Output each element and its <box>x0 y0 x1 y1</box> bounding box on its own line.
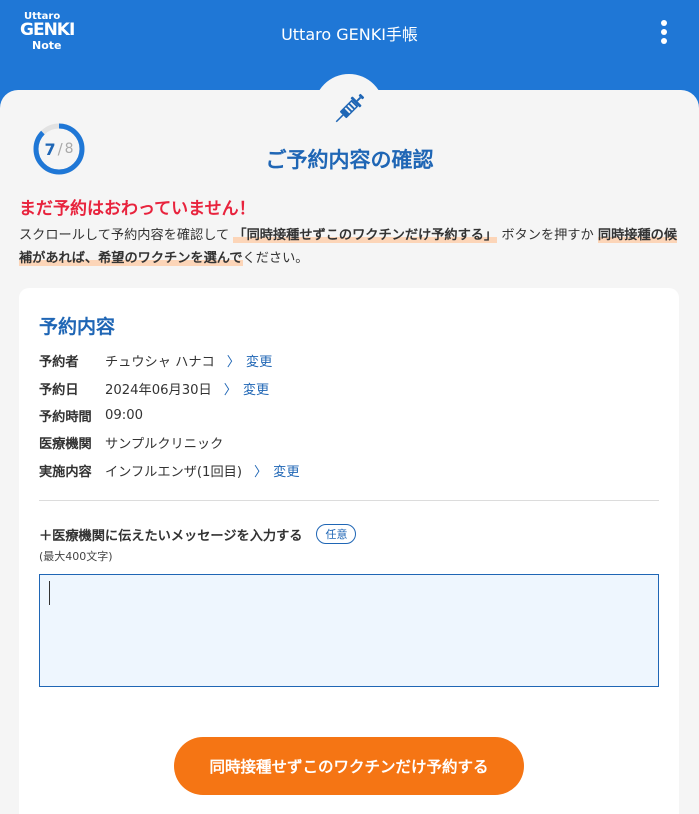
instructions-text: スクロールして予約内容を確認して 「同時接種せずこのワクチンだけ予約する」 ボタ… <box>19 224 681 270</box>
instructions-part3: ください。 <box>242 251 309 266</box>
syringe-icon <box>335 93 365 123</box>
change-reserver-link[interactable]: 〉変更 <box>227 351 273 370</box>
message-limit-note: (最大400文字) <box>39 550 113 563</box>
detail-value: チュウシャ ハナコ <box>105 354 215 370</box>
app-title: Uttaro GENKI手帳 <box>281 25 418 44</box>
change-date-link[interactable]: 〉変更 <box>224 379 270 398</box>
detail-label: 実施内容 <box>39 464 92 480</box>
reserve-single-vaccine-button[interactable]: 同時接種せずこのワクチンだけ予約する <box>174 737 524 795</box>
instructions-part1: スクロールして予約内容を確認して <box>19 228 230 243</box>
detail-row-date: 予約日 2024年06月30日 〉変更 <box>39 378 269 398</box>
divider <box>39 500 659 501</box>
detail-row-reserver: 予約者 チュウシャ ハナコ 〉変更 <box>39 350 272 370</box>
warning-message: まだ予約はおわっていません！ <box>19 199 256 219</box>
detail-row-clinic: 医療機関 サンプルクリニック <box>39 432 223 452</box>
detail-label: 予約者 <box>39 354 79 370</box>
change-label: 変更 <box>245 354 273 370</box>
optional-badge: 任意 <box>316 524 357 544</box>
change-vaccine-link[interactable]: 〉変更 <box>254 461 300 480</box>
change-label: 変更 <box>242 382 270 398</box>
detail-label: 医療機関 <box>39 436 92 452</box>
change-label: 変更 <box>273 464 300 480</box>
message-label: ＋医療機関に伝えたいメッセージを入力する <box>39 528 303 544</box>
detail-value: 09:00 <box>105 407 144 423</box>
instructions-part2: ボタンを押すか <box>501 228 594 243</box>
syringe-badge <box>314 74 384 144</box>
detail-row-time: 予約時間 09:00 <box>39 405 143 425</box>
detail-value: インフルエンザ(1回目) <box>105 464 242 480</box>
instructions-highlight-1: 「同時接種せずこのワクチンだけ予約する」 <box>233 228 498 243</box>
message-toggle[interactable]: ＋医療機関に伝えたいメッセージを入力する 任意 <box>39 524 357 544</box>
more-vertical-icon[interactable] <box>659 20 669 44</box>
page-title: ご予約内容の確認 <box>265 148 434 172</box>
message-input[interactable] <box>39 574 659 687</box>
detail-value: 2024年06月30日 <box>105 382 212 398</box>
detail-label: 予約時間 <box>39 409 92 425</box>
chevron-right-icon: 〉 <box>226 354 240 370</box>
detail-value: サンプルクリニック <box>105 436 224 452</box>
detail-label: 予約日 <box>39 382 79 398</box>
text-caret <box>49 581 50 605</box>
chevron-right-icon: 〉 <box>253 464 268 480</box>
reservation-card: 予約内容 予約者 チュウシャ ハナコ 〉変更 予約日 2024年06月30日 〉… <box>19 288 679 814</box>
chevron-right-icon: 〉 <box>223 382 237 398</box>
detail-row-vaccine: 実施内容 インフルエンザ(1回目) 〉変更 <box>39 460 300 480</box>
card-title: 予約内容 <box>39 316 116 338</box>
